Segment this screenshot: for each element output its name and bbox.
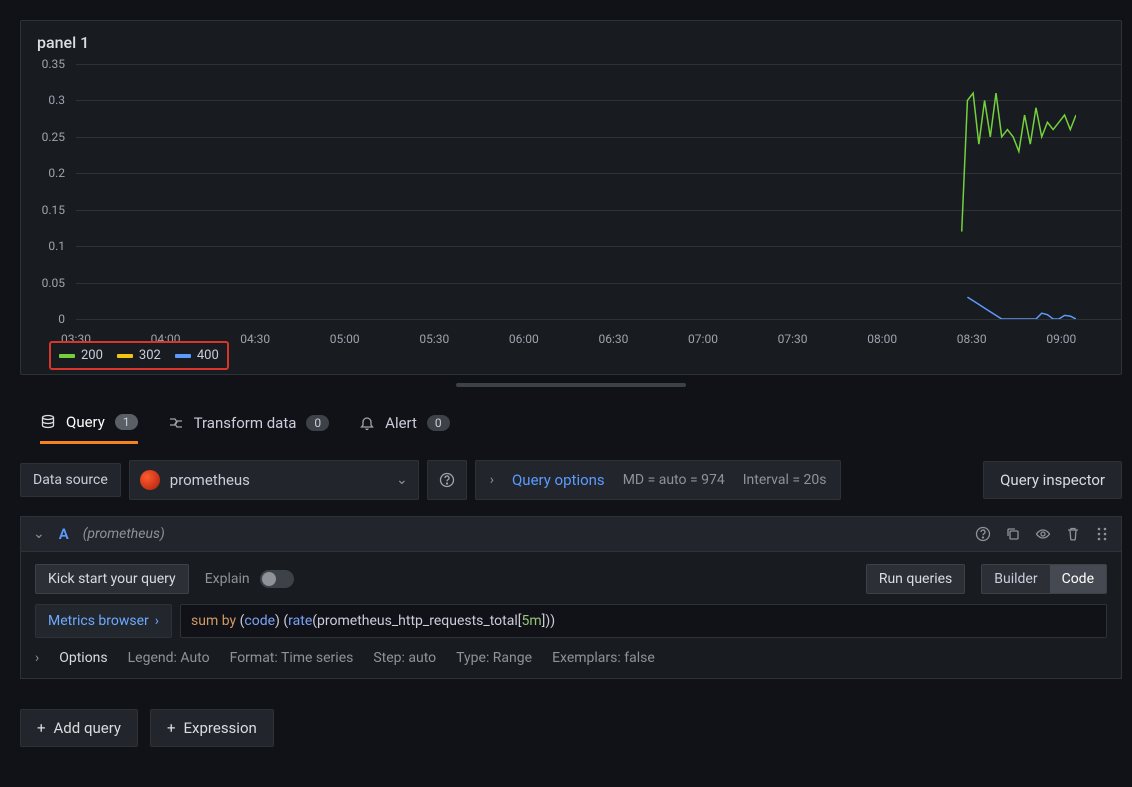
explain-toggle-group: Explain <box>205 570 294 588</box>
query-editor[interactable]: sum by (code) (rate(prometheus_http_requ… <box>180 604 1107 638</box>
mode-builder[interactable]: Builder <box>982 565 1049 593</box>
eye-icon[interactable] <box>1035 526 1051 542</box>
tab-badge: 1 <box>115 414 138 430</box>
legend-label: 400 <box>197 348 219 363</box>
option-format: Format: Time series <box>230 650 354 666</box>
query-options-row[interactable]: › Options Legend: Auto Format: Time seri… <box>35 650 1107 672</box>
chart: 00.050.10.150.20.250.30.35 03:3004:0004:… <box>21 64 1121 374</box>
prometheus-icon <box>140 470 160 490</box>
legend-item[interactable]: 400 <box>175 348 219 363</box>
database-icon <box>40 414 56 430</box>
legend-swatch <box>59 354 75 358</box>
trash-icon[interactable] <box>1065 526 1081 542</box>
query-inspector-button[interactable]: Query inspector <box>983 461 1122 499</box>
explain-toggle[interactable] <box>260 570 294 588</box>
chevron-right-icon: › <box>490 472 494 488</box>
chart-legend: 200 302 400 <box>49 341 229 370</box>
tab-query[interactable]: Query 1 <box>40 405 138 444</box>
run-queries-button[interactable]: Run queries <box>866 564 965 594</box>
option-legend: Legend: Auto <box>128 650 210 666</box>
legend-swatch <box>117 354 133 358</box>
kick-start-button[interactable]: Kick start your query <box>35 564 189 594</box>
mode-code[interactable]: Code <box>1050 565 1106 593</box>
options-label: Options <box>59 650 107 666</box>
legend-label: 200 <box>81 348 103 363</box>
question-icon[interactable] <box>975 526 991 542</box>
tab-badge: 0 <box>306 415 329 431</box>
option-step: Step: auto <box>373 650 436 666</box>
query-datasource: (prometheus) <box>83 526 165 542</box>
legend-item[interactable]: 200 <box>59 348 103 363</box>
tab-label: Query <box>66 413 105 431</box>
legend-label: 302 <box>139 348 161 363</box>
query-letter: A <box>59 525 69 543</box>
chevron-right-icon: › <box>35 650 39 666</box>
bell-icon <box>359 415 375 431</box>
mode-toggle: Builder Code <box>981 564 1107 594</box>
datasource-select[interactable]: prometheus ⌄ <box>129 460 419 500</box>
tab-badge: 0 <box>427 415 450 431</box>
chevron-right-icon: › <box>155 613 159 629</box>
tab-label: Alert <box>385 414 417 432</box>
chevron-down-icon: ⌄ <box>396 472 408 488</box>
tab-transform[interactable]: Transform data 0 <box>168 405 330 443</box>
metrics-browser-button[interactable]: Metrics browser › <box>35 604 172 638</box>
option-type: Type: Range <box>456 650 532 666</box>
option-exemplars: Exemplars: false <box>552 650 655 666</box>
legend-item[interactable]: 302 <box>117 348 161 363</box>
chevron-down-icon[interactable]: ⌄ <box>33 526 45 542</box>
plus-icon: + <box>167 719 176 737</box>
explain-label: Explain <box>205 571 250 587</box>
plus-icon: + <box>37 719 46 737</box>
drag-handle-icon[interactable] <box>1095 526 1109 542</box>
add-query-button[interactable]: +Add query <box>20 709 138 747</box>
transform-icon <box>168 415 184 431</box>
query-header: ⌄ A (prometheus) <box>20 516 1122 552</box>
tabs: Query 1 Transform data 0 Alert 0 <box>20 405 1122 444</box>
question-icon <box>439 472 455 488</box>
query-options[interactable]: › Query options MD = auto = 974 Interval… <box>475 460 842 500</box>
tab-label: Transform data <box>194 414 297 432</box>
query-options-md: MD = auto = 974 <box>623 472 725 488</box>
add-expression-button[interactable]: +Expression <box>150 709 274 747</box>
tab-alert[interactable]: Alert 0 <box>359 405 450 443</box>
legend-swatch <box>175 354 191 358</box>
query-options-interval: Interval = 20s <box>743 472 827 488</box>
datasource-label: Data source <box>20 463 121 497</box>
help-button[interactable] <box>427 460 467 500</box>
resize-handle[interactable] <box>456 383 686 387</box>
panel: panel 1 00.050.10.150.20.250.30.35 03:30… <box>20 20 1122 375</box>
datasource-name: prometheus <box>170 471 386 489</box>
query-options-link[interactable]: Query options <box>512 471 605 489</box>
copy-icon[interactable] <box>1005 526 1021 542</box>
panel-title: panel 1 <box>21 21 1121 64</box>
